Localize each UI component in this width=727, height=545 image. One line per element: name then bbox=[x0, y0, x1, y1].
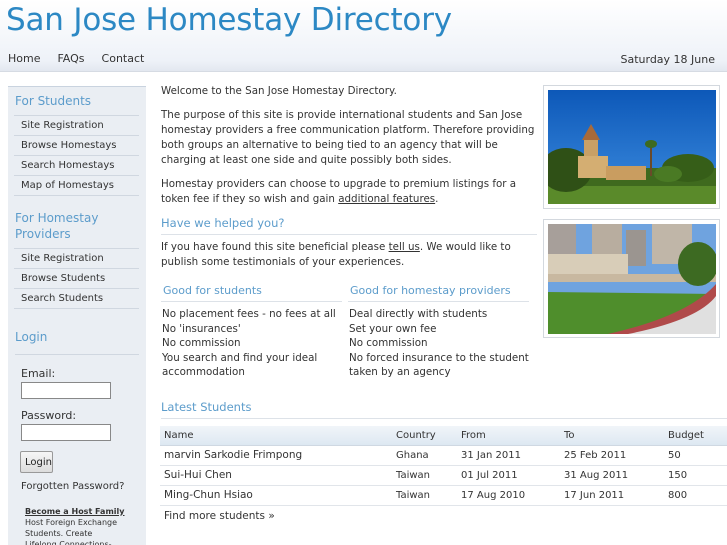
nav-contact-link[interactable]: Contact bbox=[102, 52, 145, 65]
forgotten-password-link[interactable]: Forgotten Password? bbox=[21, 481, 146, 492]
helped-text-start: If you have found this site beneficial p… bbox=[161, 241, 389, 253]
list-item: No 'insurances' bbox=[162, 322, 241, 335]
student-country: Ghana bbox=[392, 445, 457, 466]
student-from-date: 17 Aug 2010 bbox=[457, 485, 560, 506]
good-for-students-list: No placement fees - no fees at all No 'i… bbox=[161, 302, 348, 380]
sidebar-item-browse-students[interactable]: Browse Students bbox=[14, 269, 139, 289]
become-host-family-link[interactable]: Become a Host Family bbox=[25, 506, 125, 517]
column-header-from: From bbox=[457, 426, 560, 446]
student-name[interactable]: Sui-Hui Chen bbox=[160, 465, 392, 486]
email-field[interactable] bbox=[21, 382, 111, 399]
list-item: No forced insurance to the student taken… bbox=[349, 351, 529, 379]
san-jose-mission-photo bbox=[543, 85, 720, 209]
password-label: Password: bbox=[21, 409, 77, 422]
column-header-name: Name bbox=[160, 426, 392, 446]
additional-features-link[interactable]: additional features bbox=[338, 193, 435, 205]
student-to-date: 25 Feb 2011 bbox=[560, 445, 664, 466]
upgrade-text-end: . bbox=[435, 193, 439, 205]
table-row[interactable]: marvin Sarkodie Frimpong Ghana 31 Jan 20… bbox=[160, 445, 727, 466]
student-budget: 50 bbox=[664, 445, 727, 466]
table-row[interactable]: Ming-Chun Hsiao Taiwan 17 Aug 2010 17 Ju… bbox=[160, 485, 727, 506]
sidebar-item-map-of-homestays[interactable]: Map of Homestays bbox=[14, 176, 139, 196]
sidebar-heading-login: Login bbox=[15, 330, 48, 344]
student-name[interactable]: Ming-Chun Hsiao bbox=[160, 485, 392, 506]
nav-faqs-link[interactable]: FAQs bbox=[57, 52, 84, 65]
table-row[interactable]: Sui-Hui Chen Taiwan 01 Jul 2011 31 Aug 2… bbox=[160, 465, 727, 486]
list-item: Set your own fee bbox=[349, 322, 437, 335]
student-from-date: 01 Jul 2011 bbox=[457, 465, 560, 486]
list-item: No placement fees - no fees at all bbox=[162, 308, 336, 320]
site-header: San Jose Homestay Directory Home FAQs Co… bbox=[0, 0, 727, 72]
tell-us-link[interactable]: tell us bbox=[389, 241, 420, 253]
purpose-text: The purpose of this site is provide inte… bbox=[161, 109, 535, 166]
sidebar-item-student-registration[interactable]: Site Registration bbox=[14, 116, 139, 136]
student-country: Taiwan bbox=[392, 465, 457, 486]
column-header-country: Country bbox=[392, 426, 457, 446]
welcome-text: Welcome to the San Jose Homestay Directo… bbox=[161, 85, 397, 97]
helped-heading: Have we helped you? bbox=[161, 216, 537, 235]
helped-text: If you have found this site beneficial p… bbox=[161, 240, 537, 270]
photo-mission-tower bbox=[548, 90, 716, 204]
sidebar-heading-students: For Students bbox=[15, 94, 92, 108]
student-from-date: 31 Jan 2011 bbox=[457, 445, 560, 466]
benefits-columns: Good for students No placement fees - no… bbox=[161, 276, 537, 380]
site-title[interactable]: San Jose Homestay Directory bbox=[6, 2, 452, 38]
good-for-providers-heading: Good for homestay providers bbox=[348, 276, 529, 302]
san-jose-plaza-photo bbox=[543, 219, 720, 338]
sidebar-item-browse-homestays[interactable]: Browse Homestays bbox=[14, 136, 139, 156]
column-header-budget: Budget bbox=[664, 426, 727, 446]
latest-students-heading: Latest Students bbox=[161, 400, 727, 419]
student-to-date: 31 Aug 2011 bbox=[560, 465, 664, 486]
good-for-students: Good for students No placement fees - no… bbox=[161, 276, 348, 380]
upgrade-text: Homestay providers can choose to upgrade… bbox=[161, 177, 537, 207]
student-name[interactable]: marvin Sarkodie Frimpong bbox=[160, 445, 392, 466]
sidebar-heading-providers: For Homestay Providers bbox=[15, 211, 99, 241]
login-button[interactable]: Login bbox=[20, 451, 53, 473]
student-country: Taiwan bbox=[392, 485, 457, 506]
list-item: No commission bbox=[162, 337, 241, 350]
sidebar: For Students Site Registration Browse Ho… bbox=[8, 86, 146, 545]
nav-home-link[interactable]: Home bbox=[8, 52, 40, 65]
table-header-row: Name Country From To Budget bbox=[160, 426, 727, 446]
student-to-date: 17 Jun 2011 bbox=[560, 485, 664, 506]
latest-students-table: Name Country From To Budget marvin Sarko… bbox=[160, 426, 727, 506]
sidebar-item-provider-registration[interactable]: Site Registration bbox=[14, 249, 139, 269]
host-family-promo: Become a Host Family Host Foreign Exchan… bbox=[25, 506, 125, 545]
password-field[interactable] bbox=[21, 424, 111, 441]
student-budget: 150 bbox=[664, 465, 727, 486]
top-nav: Home FAQs Contact bbox=[8, 52, 161, 65]
list-item: No commission bbox=[349, 337, 428, 350]
providers-link-list: Site Registration Browse Students Search… bbox=[14, 248, 139, 309]
students-link-list: Site Registration Browse Homestays Searc… bbox=[14, 115, 139, 196]
login-divider bbox=[15, 354, 139, 355]
main-content: Welcome to the San Jose Homestay Directo… bbox=[161, 84, 537, 380]
student-budget: 800 bbox=[664, 485, 727, 506]
list-item: Deal directly with students bbox=[349, 308, 488, 320]
good-for-students-heading: Good for students bbox=[161, 276, 342, 302]
good-for-providers: Good for homestay providers Deal directl… bbox=[348, 276, 535, 380]
photo-plaza bbox=[548, 224, 716, 334]
email-label: Email: bbox=[21, 367, 56, 380]
sidebar-item-search-homestays[interactable]: Search Homestays bbox=[14, 156, 139, 176]
good-for-providers-list: Deal directly with students Set your own… bbox=[348, 302, 535, 380]
list-item: You search and find your ideal accommoda… bbox=[162, 351, 318, 379]
current-date: Saturday 18 June bbox=[620, 53, 715, 66]
sidebar-item-search-students[interactable]: Search Students bbox=[14, 289, 139, 309]
find-more-students-link[interactable]: Find more students » bbox=[164, 510, 275, 522]
promo-text: Host Foreign Exchange Students. Create L… bbox=[25, 518, 118, 545]
column-header-to: To bbox=[560, 426, 664, 446]
